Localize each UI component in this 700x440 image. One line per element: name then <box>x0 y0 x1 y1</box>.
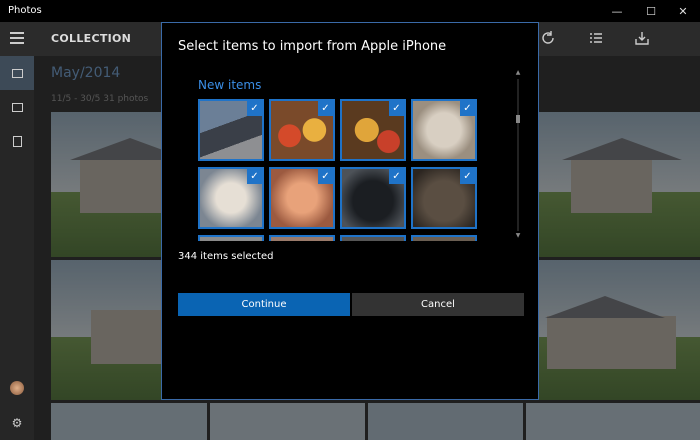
checkbox-icon[interactable]: ✓ <box>389 101 404 116</box>
import-item[interactable]: ✓ <box>198 167 264 229</box>
scroll-down-icon[interactable]: ▼ <box>514 232 522 239</box>
maximize-icon: ☐ <box>646 4 656 18</box>
checkbox-icon[interactable]: ✓ <box>247 101 262 116</box>
import-item[interactable]: ✓ <box>411 167 477 229</box>
checkbox-icon[interactable]: ✓ <box>318 169 333 184</box>
close-icon: ✕ <box>678 4 688 18</box>
maximize-button[interactable]: ☐ <box>634 0 668 22</box>
scroll-thumb[interactable] <box>516 115 520 123</box>
hamburger-icon[interactable] <box>10 32 24 44</box>
import-item[interactable] <box>269 235 335 241</box>
close-button[interactable]: ✕ <box>666 0 700 22</box>
import-icon[interactable] <box>634 30 650 46</box>
refresh-icon[interactable] <box>540 30 556 46</box>
import-item[interactable]: ✓ <box>269 167 335 229</box>
title-bar: Photos — ☐ ✕ <box>0 0 700 22</box>
import-item[interactable]: ✓ <box>340 167 406 229</box>
cancel-button[interactable]: Cancel <box>352 293 524 316</box>
import-item[interactable]: ✓ <box>411 99 477 161</box>
grid-scrollbar[interactable]: ▲ ▼ <box>514 69 522 241</box>
sidebar-item-collection[interactable] <box>0 56 34 90</box>
continue-button[interactable]: Continue <box>178 293 350 316</box>
group-label: New items <box>198 78 262 92</box>
settings-button[interactable]: ⚙ <box>0 406 34 440</box>
dialog-title: Select items to import from Apple iPhone <box>178 39 447 54</box>
import-dialog: Select items to import from Apple iPhone… <box>161 22 539 400</box>
import-item-grid: ✓ ✓ ✓ ✓ ✓ ✓ ✓ ✓ <box>198 99 480 241</box>
import-item[interactable] <box>198 235 264 241</box>
photos-icon <box>11 68 23 78</box>
checkbox-icon[interactable]: ✓ <box>247 169 262 184</box>
checkbox-icon[interactable]: ✓ <box>318 101 333 116</box>
settings-icon: ⚙ <box>11 416 23 430</box>
checkbox-icon[interactable]: ✓ <box>460 169 475 184</box>
import-item[interactable] <box>411 235 477 241</box>
window-title: Photos <box>8 5 42 16</box>
avatar <box>10 381 24 395</box>
folders-icon <box>12 135 22 147</box>
import-item[interactable]: ✓ <box>269 99 335 161</box>
sidebar: ⚙ <box>0 56 34 440</box>
account-button[interactable] <box>0 371 34 405</box>
checkbox-icon[interactable]: ✓ <box>389 169 404 184</box>
section-title: COLLECTION <box>51 32 132 45</box>
import-item[interactable] <box>340 235 406 241</box>
select-icon[interactable] <box>588 30 604 46</box>
sidebar-item-albums[interactable] <box>0 90 34 124</box>
import-item[interactable]: ✓ <box>198 99 264 161</box>
albums-icon <box>11 102 23 112</box>
selected-count: 344 items selected <box>178 251 274 262</box>
scroll-up-icon[interactable]: ▲ <box>514 69 522 76</box>
sidebar-item-folders[interactable] <box>0 124 34 158</box>
import-item[interactable]: ✓ <box>340 99 406 161</box>
minimize-button[interactable]: — <box>600 0 634 22</box>
checkbox-icon[interactable]: ✓ <box>460 101 475 116</box>
minimize-icon: — <box>611 4 623 18</box>
